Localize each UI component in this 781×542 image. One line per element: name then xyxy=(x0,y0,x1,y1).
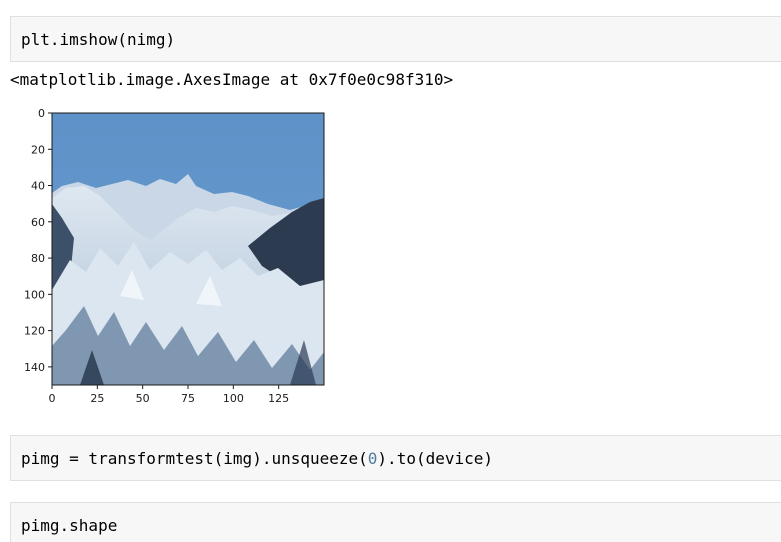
code-text-before: pimg = transformtest(img).unsqueeze( xyxy=(21,448,368,468)
y-tick-label: 60 xyxy=(31,216,45,229)
x-tick-label: 50 xyxy=(136,392,150,405)
y-tick-label: 100 xyxy=(24,288,45,301)
x-tick-label: 125 xyxy=(268,392,289,405)
x-tick-label: 0 xyxy=(49,392,56,405)
code-text-after: ).to(device) xyxy=(377,448,494,468)
code-cell-transform[interactable]: pimg = transformtest(img).unsqueeze(0).t… xyxy=(10,435,781,481)
y-tick-label: 0 xyxy=(38,107,45,120)
y-tick-label: 40 xyxy=(31,180,45,193)
x-tick-label: 75 xyxy=(181,392,195,405)
mountain-image xyxy=(52,113,324,385)
y-axis: 0 20 40 60 80 100 120 140 xyxy=(24,107,52,374)
x-tick-label: 100 xyxy=(223,392,244,405)
y-tick-label: 140 xyxy=(24,361,45,374)
code-text: plt.imshow(nimg) xyxy=(21,29,176,49)
y-tick-label: 20 xyxy=(31,143,45,156)
x-tick-label: 25 xyxy=(90,392,104,405)
code-cell-shape[interactable]: pimg.shape xyxy=(10,502,781,542)
imshow-plot: 0 20 40 60 80 100 120 140 0 25 50 75 100 125 xyxy=(24,107,325,405)
y-tick-label: 120 xyxy=(24,325,45,338)
output-repr: <matplotlib.image.AxesImage at 0x7f0e0c9… xyxy=(10,70,454,89)
code-cell-imshow[interactable]: plt.imshow(nimg) xyxy=(10,16,781,62)
code-text: pimg.shape xyxy=(21,515,118,535)
x-axis: 0 25 50 75 100 125 xyxy=(49,385,289,405)
code-number: 0 xyxy=(367,448,378,468)
y-tick-label: 80 xyxy=(31,252,45,265)
